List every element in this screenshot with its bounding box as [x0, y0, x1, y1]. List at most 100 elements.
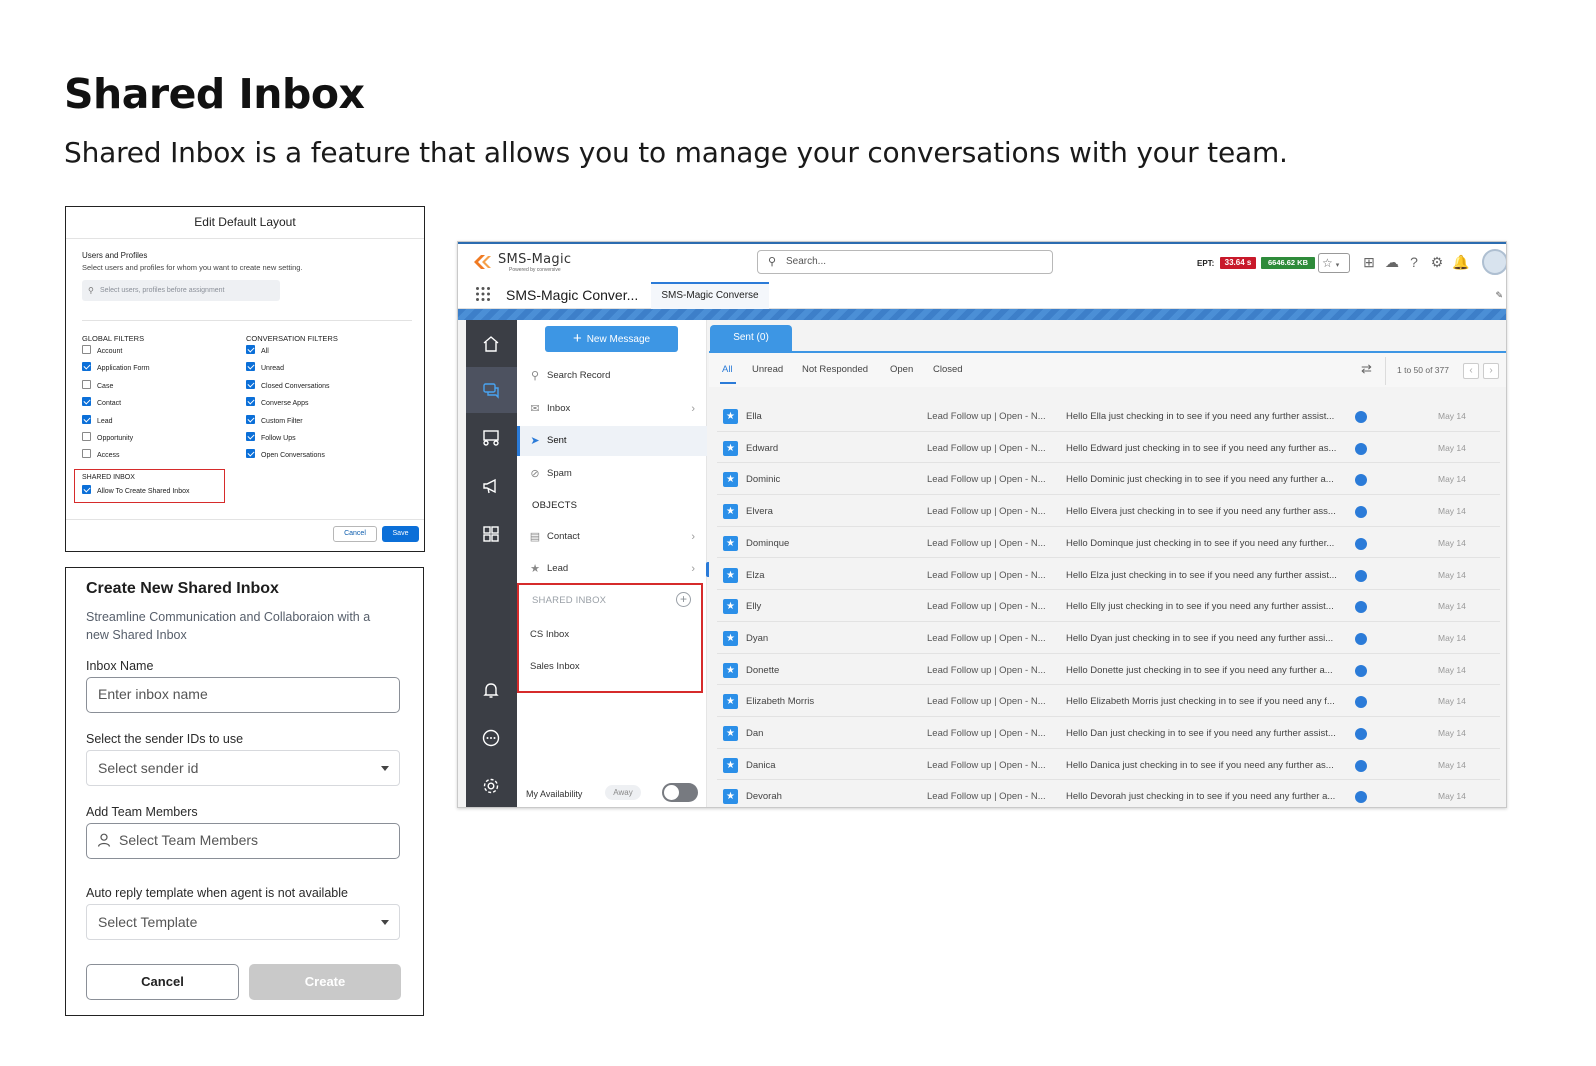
availability-toggle[interactable]	[662, 783, 698, 802]
table-row[interactable]: ★ Devorah Lead Follow up | Open - N... Hell…	[717, 780, 1500, 807]
row-name[interactable]: Ella	[746, 411, 762, 422]
filter-checkbox[interactable]: Follow Ups	[246, 432, 296, 444]
filter-checkbox[interactable]: Lead	[82, 414, 113, 427]
tab-sms-magic-converse[interactable]: SMS-Magic Converse	[651, 282, 769, 309]
table-row[interactable]: ★ Elvera Lead Follow up | Open - N... Hello…	[717, 495, 1500, 527]
gear-icon[interactable]: ⚙	[1428, 253, 1446, 271]
nav-item-inbox[interactable]: ✉ Inbox ›	[517, 394, 707, 424]
row-name[interactable]: Devorah	[746, 791, 782, 802]
avatar[interactable]	[1482, 249, 1506, 275]
filter-tab-open[interactable]: Open	[890, 364, 913, 375]
rail-apps[interactable]	[466, 511, 517, 557]
table-row[interactable]: ★ Ella Lead Follow up | Open - N... Hello E…	[717, 400, 1500, 432]
edit-pencil-icon[interactable]: ✎	[1495, 290, 1503, 301]
row-topic: Lead Follow up | Open - N...	[927, 632, 1046, 644]
add-shared-inbox-icon[interactable]: +	[676, 592, 691, 607]
lead-star-icon: ★	[723, 567, 738, 583]
app-launcher-icon[interactable]	[475, 286, 491, 302]
checkbox-checked-icon	[82, 397, 91, 407]
filter-checkbox[interactable]: Opportunity	[82, 432, 133, 444]
team-members-input[interactable]: Select Team Members	[86, 823, 400, 859]
global-search-input[interactable]: ⚲ Search...	[757, 250, 1053, 274]
table-row[interactable]: ★ Elizabeth Morris Lead Follow up | Open -…	[717, 685, 1500, 717]
search-record-input[interactable]: ⚲ Search Record	[517, 361, 707, 391]
edit-layout-title: Edit Default Layout	[66, 207, 424, 239]
filter-tab-unread[interactable]: Unread	[752, 364, 783, 375]
table-row[interactable]: ★ Dan Lead Follow up | Open - N... Hello Da…	[717, 717, 1500, 749]
filter-checkbox[interactable]: Custom Filter	[246, 414, 303, 427]
row-date: May 14	[1438, 411, 1466, 421]
sender-id-select[interactable]: Select sender id	[86, 750, 400, 786]
row-name[interactable]: Elvera	[746, 506, 773, 517]
filter-checkbox[interactable]: Case	[82, 379, 113, 392]
row-date: May 14	[1438, 474, 1466, 485]
row-name[interactable]: Dominque	[746, 538, 789, 549]
help-icon[interactable]: ?	[1405, 253, 1423, 271]
filter-checkbox[interactable]: Account	[82, 345, 122, 357]
filter-checkbox[interactable]: Application Form	[82, 362, 150, 374]
row-name[interactable]: Elza	[746, 570, 764, 581]
filter-checkbox[interactable]: Unread	[246, 362, 284, 374]
filter-checkbox[interactable]: Converse Apps	[246, 397, 308, 409]
lead-star-icon: ★	[723, 535, 738, 551]
shared-inbox-setting-checkbox[interactable]: Allow To Create Shared Inbox	[82, 485, 189, 497]
table-row[interactable]: ★ Donette Lead Follow up | Open - N... Hell…	[717, 654, 1500, 686]
row-name[interactable]: Dyan	[746, 633, 768, 644]
table-row[interactable]: ★ Elza Lead Follow up | Open - N... Hello E…	[717, 559, 1500, 591]
filter-checkbox[interactable]: Contact	[82, 397, 121, 409]
row-name[interactable]: Donette	[746, 665, 779, 676]
rail-notifications[interactable]	[466, 667, 517, 713]
nav-item-contact[interactable]: ▤ Contact ›	[517, 522, 707, 552]
new-message-button[interactable]: + New Message	[545, 326, 678, 352]
bell-icon[interactable]: 🔔	[1452, 253, 1470, 271]
table-row[interactable]: ★ Dominque Lead Follow up | Open - N... Hel…	[717, 527, 1500, 559]
filter-tab-all[interactable]: All	[720, 364, 736, 384]
filter-checkbox[interactable]: All	[246, 345, 269, 357]
table-row[interactable]: ★ Elly Lead Follow up | Open - N... Hello E…	[717, 590, 1500, 622]
table-row[interactable]: ★ Dyan Lead Follow up | Open - N... Hello D…	[717, 622, 1500, 654]
table-row[interactable]: ★ Dominic Lead Follow up | Open - N... Hell…	[717, 463, 1500, 496]
rail-campaigns[interactable]	[466, 415, 517, 461]
row-name[interactable]: Elizabeth Morris	[746, 696, 814, 707]
rail-home[interactable]	[466, 321, 517, 367]
nav-item-lead[interactable]: ★ Lead ›	[517, 554, 707, 584]
filter-tab-closed[interactable]: Closed	[933, 364, 963, 375]
shared-inbox-item-cs[interactable]: CS Inbox	[530, 629, 569, 640]
edit-layout-save-button[interactable]: Save	[382, 526, 419, 542]
row-name[interactable]: Edward	[746, 443, 778, 454]
row-name[interactable]: Danica	[746, 760, 776, 771]
users-profiles-search-input[interactable]: ⚲ Select users, profiles before assignme…	[82, 280, 280, 301]
create-inbox-cancel-button[interactable]: Cancel	[86, 964, 239, 1000]
rail-conversations[interactable]	[466, 367, 517, 413]
table-row[interactable]: ★ Edward Lead Follow up | Open - N... Hello…	[717, 432, 1500, 464]
filter-checkbox[interactable]: Closed Conversations	[246, 379, 329, 392]
cloud-setup-icon[interactable]: ☁	[1383, 253, 1401, 271]
tab-sent[interactable]: Sent (0)	[710, 325, 792, 351]
rail-settings[interactable]	[466, 763, 517, 807]
nav-item-spam[interactable]: ⊘ Spam	[517, 459, 707, 489]
nav-item-sent[interactable]: ➤ Sent	[517, 426, 707, 456]
filter-checkbox[interactable]: Open Conversations	[246, 449, 325, 461]
filter-tab-not-responded[interactable]: Not Responded	[802, 364, 868, 375]
row-topic: Lead Follow up | Open - N...	[927, 569, 1046, 581]
prev-page-button[interactable]: ‹	[1463, 363, 1479, 379]
row-date: May 14	[1438, 569, 1466, 580]
template-select[interactable]: Select Template	[86, 904, 400, 940]
rail-more[interactable]	[466, 715, 517, 761]
create-inbox-create-button[interactable]: Create	[249, 964, 401, 1000]
shared-inbox-item-sales[interactable]: Sales Inbox	[530, 661, 580, 672]
table-row[interactable]: ★ Danica Lead Follow up | Open - N... Hello…	[717, 749, 1500, 781]
refresh-icon[interactable]: ⇄	[1361, 361, 1372, 377]
add-icon[interactable]: ⊞	[1360, 253, 1378, 271]
rail-broadcast[interactable]	[466, 463, 517, 509]
next-page-button[interactable]: ›	[1483, 363, 1499, 379]
filter-checkbox[interactable]: Access	[82, 449, 120, 461]
inbox-name-input[interactable]: Enter inbox name	[86, 677, 400, 713]
edit-layout-cancel-button[interactable]: Cancel	[333, 526, 377, 542]
row-name[interactable]: Elly	[746, 601, 761, 612]
row-name[interactable]: Dominic	[746, 474, 780, 485]
row-name[interactable]: Dan	[746, 728, 763, 739]
favorites-button[interactable]: ☆ ▾	[1318, 253, 1350, 273]
inbox-name-label: Inbox Name	[86, 659, 154, 673]
footer-divider	[66, 519, 424, 520]
